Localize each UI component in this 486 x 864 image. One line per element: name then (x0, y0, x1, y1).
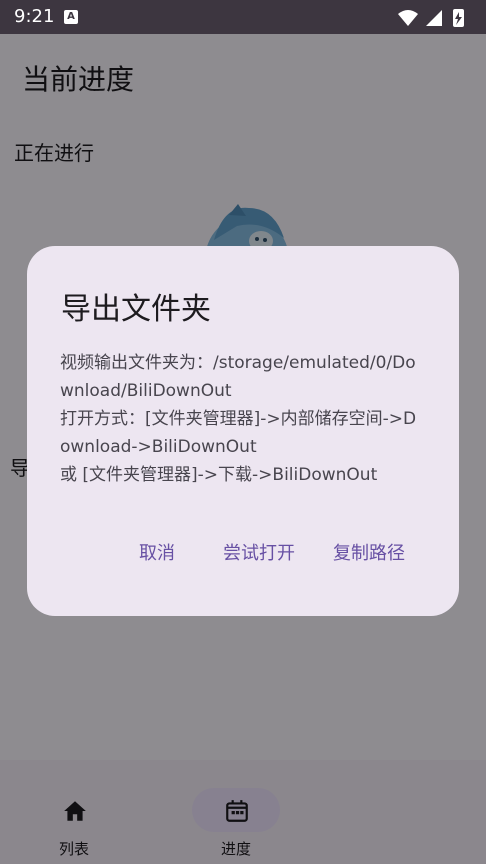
dialog-line-output-folder: 视频输出文件夹为：/storage/emulated/0/Download/Bi… (60, 353, 416, 401)
status-icons (398, 9, 464, 27)
status-time: 9:21 (14, 6, 55, 27)
cancel-button[interactable]: 取消 (139, 539, 175, 569)
dialog-title: 导出文件夹 (61, 292, 211, 327)
dialog-message: 视频输出文件夹为：/storage/emulated/0/Download/Bi… (60, 349, 426, 489)
dialog-line-open-method: 打开方式：[文件夹管理器]->内部储存空间->Download->BiliDow… (60, 409, 417, 457)
dialog-actions: 取消 尝试打开 复制路径 (27, 539, 459, 569)
status-bar: 9:21 A (0, 0, 486, 34)
cell-signal-icon (426, 10, 442, 26)
copy-path-button[interactable]: 复制路径 (333, 539, 405, 569)
dialog-line-alternative: 或 [文件夹管理器]->下载->BiliDownOut (60, 465, 378, 485)
wifi-icon (398, 10, 418, 26)
export-folder-dialog: 导出文件夹 视频输出文件夹为：/storage/emulated/0/Downl… (27, 246, 459, 616)
try-open-button[interactable]: 尝试打开 (223, 539, 295, 569)
a-icon: A (64, 10, 78, 24)
